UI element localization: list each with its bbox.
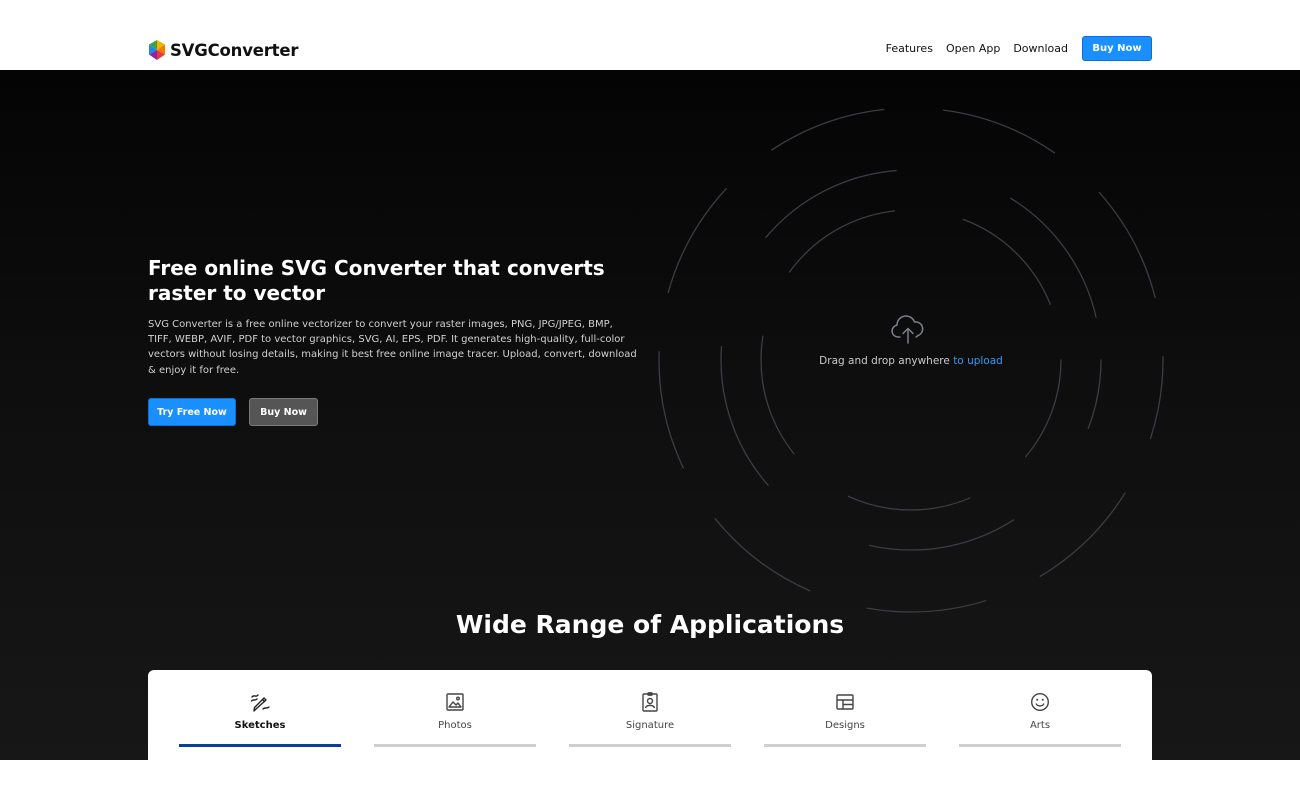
tab-indicator (569, 744, 731, 747)
upload-text: Drag and drop anywhere (819, 355, 950, 367)
logo-text: SVGConverter (170, 40, 299, 60)
tab-label: Sketches (234, 720, 286, 731)
nav-features[interactable]: Features (886, 42, 933, 55)
hero-buy-now-button[interactable]: Buy Now (249, 398, 318, 426)
hero-title: Free online SVG Converter that converts … (148, 256, 605, 305)
hero-section: Free online SVG Converter that converts … (0, 70, 1300, 760)
pencil-sketch-icon (250, 694, 270, 712)
upload-instructions: Drag and drop anywhere to upload (760, 355, 1062, 367)
id-badge-icon (642, 692, 658, 712)
tab-indicator (959, 744, 1121, 747)
main-nav: Features Open App Download Buy Now (886, 36, 1152, 61)
tab-indicator (374, 744, 536, 747)
applications-title: Wide Range of Applications (455, 610, 845, 639)
upload-link[interactable]: to upload (953, 355, 1003, 367)
page-bottom (0, 760, 1300, 788)
tab-label: Signature (625, 720, 675, 731)
tab-label: Arts (1029, 720, 1051, 731)
tab-indicator (179, 744, 341, 747)
hero-description: SVG Converter is a free online vectorize… (148, 319, 637, 376)
logo[interactable]: SVGConverter (147, 38, 298, 62)
cloud-upload-icon (891, 315, 924, 344)
layout-icon (836, 694, 854, 710)
nav-download[interactable]: Download (1013, 42, 1068, 55)
image-icon (446, 693, 464, 711)
logo-icon (149, 40, 165, 60)
tab-signature[interactable]: Signature (569, 692, 731, 748)
nav-open-app[interactable]: Open App (946, 42, 1000, 55)
tab-designs[interactable]: Designs (764, 692, 926, 748)
tab-indicator (764, 744, 926, 747)
tab-label: Photos (438, 720, 472, 731)
applications-tabs-card: Sketches Photos Signature Designs Arts (148, 670, 1152, 760)
try-free-now-button[interactable]: Try Free Now (148, 398, 236, 426)
tab-label: Designs (825, 720, 865, 731)
tab-sketches[interactable]: Sketches (179, 692, 341, 748)
header-buy-now-button[interactable]: Buy Now (1082, 36, 1152, 61)
site-header: SVGConverter Features Open App Download … (0, 0, 1300, 70)
tab-photos[interactable]: Photos (374, 692, 536, 748)
smiley-icon (1030, 692, 1050, 712)
upload-dropzone[interactable] (760, 270, 1062, 470)
tab-arts[interactable]: Arts (959, 692, 1121, 748)
